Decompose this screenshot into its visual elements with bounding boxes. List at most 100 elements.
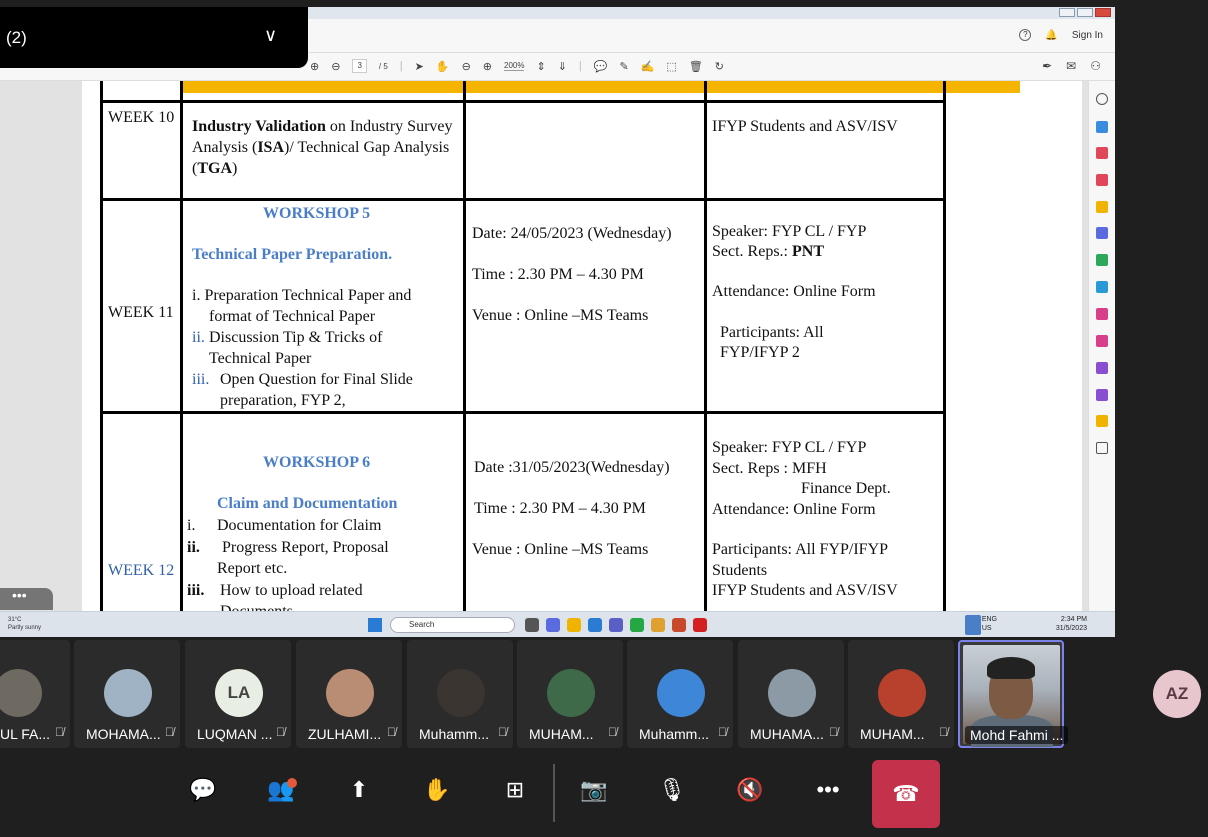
minimize-button[interactable] (1059, 8, 1075, 17)
scroll-mode-icon[interactable]: ⇓ (558, 60, 567, 73)
mic-button[interactable]: 🎙 (650, 768, 694, 812)
participant-tile[interactable]: LA LUQMAN ... 🎙̸ (185, 640, 291, 748)
outlook-icon[interactable] (588, 618, 602, 632)
scan-icon[interactable] (1096, 281, 1108, 293)
taskbar-search-input[interactable]: Search (390, 617, 515, 633)
document-view[interactable]: WEEK 10 Industry Validation on Industry … (0, 81, 1088, 611)
agenda-item: format of Technical Paper (209, 308, 376, 325)
comment-icon[interactable]: 💬 (594, 60, 608, 73)
organize-pages-icon[interactable] (1096, 147, 1108, 159)
file-explorer-icon[interactable] (567, 618, 581, 632)
fill-sign-icon[interactable] (1096, 308, 1108, 320)
windows-start-icon[interactable] (368, 618, 382, 632)
share-title-bar[interactable]: (2) ∨ (0, 7, 308, 68)
whatsapp-icon[interactable] (630, 618, 644, 632)
zoom-select[interactable]: 200% (504, 61, 525, 71)
powerpoint-icon[interactable] (672, 618, 686, 632)
more-button[interactable]: ••• (806, 768, 850, 812)
table-border (100, 81, 103, 611)
combine-icon[interactable] (1096, 227, 1108, 239)
draw-icon[interactable]: ✍ (641, 60, 655, 73)
create-pdf-icon[interactable] (1096, 254, 1108, 266)
table-border (100, 100, 946, 103)
week10-remarks: IFYP Students and ASV/ISV (712, 118, 898, 135)
chat-button[interactable]: 💬 (181, 768, 225, 812)
participant-name: MUHAMA... (750, 726, 824, 742)
participant-name: Muhamm... (639, 726, 710, 742)
grid-icon: ⊞ (505, 777, 525, 802)
sign-icon[interactable]: ✒ (1042, 59, 1052, 73)
avatar[interactable]: AZ (1153, 670, 1201, 718)
delete-icon[interactable]: 🗑 (689, 60, 703, 73)
agenda-number: ii. (192, 329, 205, 346)
participant-tile[interactable]: MOHAMA... 🎙̸ (74, 640, 180, 748)
mic-off-icon: 🎙̸ (608, 725, 617, 739)
agenda-item: Progress Report, Proposal (222, 539, 389, 556)
sect-reps: Sect. Reps : MFH (712, 460, 827, 477)
bell-icon[interactable]: 🔔 (1045, 30, 1057, 41)
raise-hand-button[interactable]: ✋ (415, 768, 459, 812)
request-signature-icon[interactable] (1096, 415, 1108, 427)
chat-icon[interactable] (546, 618, 560, 632)
mic-tray-icon[interactable] (965, 615, 981, 635)
edit-pdf-icon[interactable] (1096, 174, 1108, 186)
sign-tool-icon[interactable] (1096, 389, 1108, 401)
teams-icon[interactable] (609, 618, 623, 632)
share-button[interactable]: ⬆ (337, 768, 381, 812)
event-venue: Venue : Online –MS Teams (472, 541, 649, 558)
participant-tile[interactable]: MUHAMA... 🎙̸ (738, 640, 844, 748)
chrome-icon[interactable] (651, 618, 665, 632)
user-icon[interactable]: ⚇ (1090, 59, 1101, 73)
chevron-down-icon[interactable]: ∨ (264, 25, 277, 46)
participants: Participants: All FYP/IFYP (712, 541, 889, 558)
mail-icon[interactable]: ✉ (1066, 59, 1076, 73)
share-title: (2) (6, 28, 27, 47)
agenda-item: Report etc. (217, 560, 288, 577)
export-pdf-icon[interactable] (1096, 121, 1108, 133)
language-indicator[interactable]: ENG US (982, 615, 997, 633)
page-up-icon[interactable]: ⊕ (310, 60, 319, 73)
participant-tile[interactable]: UL FA... 🎙̸ (0, 640, 70, 748)
protect-icon[interactable] (1096, 335, 1108, 347)
camera-button[interactable]: 📷 (572, 768, 616, 812)
page-number-input[interactable]: 3 (352, 59, 367, 73)
page-down-icon[interactable]: ⊖ (331, 60, 340, 73)
stamp-icon[interactable]: ⬚ (666, 60, 676, 73)
restore-button[interactable] (1077, 8, 1093, 17)
participant-name: Mohd Fahmi ... (965, 726, 1069, 744)
shared-screen: ? 🔔 Sign In ⊕ ⊖ 3 / 5 | ➤ ✋ ⊖ ⊕ 200% ⇕ ⇓… (0, 7, 1115, 637)
comment-tool-icon[interactable] (1096, 201, 1108, 213)
participant-tile[interactable]: Muhamm... 🎙̸ (627, 640, 733, 748)
more-tools-icon[interactable] (1096, 442, 1108, 454)
mic-off-icon: 🎙̸ (498, 725, 507, 739)
week10-description: Industry Validation on Industry Survey A… (192, 118, 453, 177)
acrobat-icon[interactable] (693, 618, 707, 632)
zoom-out-icon[interactable]: ⊖ (462, 60, 471, 73)
send-icon[interactable] (1096, 362, 1108, 374)
active-speaker-tile[interactable]: Mohd Fahmi ... (958, 640, 1069, 748)
help-icon[interactable]: ? (1019, 29, 1032, 41)
taskbar-clock[interactable]: 2:34 PM 31/5/2023 (1056, 615, 1087, 633)
people-button[interactable]: 👥 (259, 768, 303, 812)
participant-tile[interactable]: ZULHAMI... 🎙̸ (296, 640, 402, 748)
close-button[interactable] (1095, 8, 1111, 17)
week-label: WEEK 10 (108, 109, 175, 126)
rotate-icon[interactable]: ↻ (715, 60, 724, 73)
windows-taskbar: 31°C Partly sunny Search ENG US 2:34 PM … (0, 611, 1115, 637)
participant-tile[interactable]: Muhamm... 🎙̸ (407, 640, 513, 748)
select-tool-icon[interactable]: ➤ (415, 60, 424, 73)
participant-tile[interactable]: MUHAM... 🎙̸ (517, 640, 623, 748)
more-options-icon[interactable]: ••• (0, 588, 53, 610)
hand-tool-icon[interactable]: ✋ (436, 60, 450, 73)
highlight-icon[interactable]: ✎ (619, 60, 628, 73)
sign-in-link[interactable]: Sign In (1072, 30, 1103, 41)
speaker-button[interactable]: 🔇 (728, 768, 772, 812)
zoom-icon[interactable] (1096, 93, 1108, 105)
view-button[interactable]: ⊞ (493, 768, 537, 812)
zoom-in-icon[interactable]: ⊕ (483, 60, 492, 73)
hang-up-button[interactable]: ☎ (872, 760, 940, 828)
participant-tile[interactable]: MUHAM... 🎙̸ (848, 640, 954, 748)
weather-widget[interactable]: 31°C Partly sunny (8, 616, 41, 632)
fit-page-icon[interactable]: ⇕ (536, 60, 545, 73)
task-view-icon[interactable] (525, 618, 539, 632)
